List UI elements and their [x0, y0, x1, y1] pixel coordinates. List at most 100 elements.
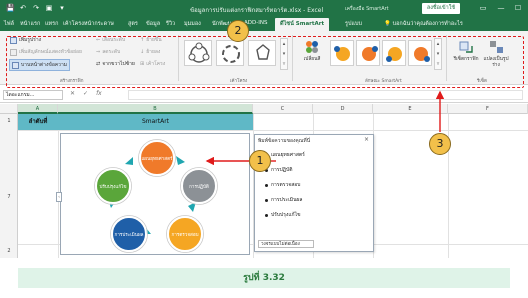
- ribbon-separator: [178, 35, 179, 81]
- row-header-7[interactable]: 7: [0, 194, 18, 200]
- styles-gallery-scroll[interactable]: ▴ ▾ ▿: [434, 38, 442, 70]
- move-down-icon: ↓: [140, 49, 145, 55]
- layout-button[interactable]: ⊞ เค้าโครง: [140, 60, 165, 68]
- right-to-left-button[interactable]: ⇄ จากขวาไปซ้าย: [96, 60, 135, 68]
- row-header-2[interactable]: 2: [0, 248, 18, 254]
- text-pane-button[interactable]: บานหน้าต่างข้อความ: [9, 59, 71, 71]
- select-all-corner[interactable]: [0, 104, 18, 114]
- style-thumb-3[interactable]: [382, 40, 406, 66]
- text-pane-item-label: ปรับปรุงแก้ไข: [271, 212, 301, 218]
- column-header-c[interactable]: C: [253, 104, 313, 114]
- ribbon-tabs: ไฟล์ หน้าแรก แทรก เค้าโครงหน้ากระดาษ สูต…: [0, 17, 528, 31]
- layout-thumb-cycle[interactable]: [184, 40, 212, 66]
- ribbon-separator: [292, 35, 293, 81]
- tab-review[interactable]: รีวิว: [166, 20, 175, 28]
- smartart-styles-group-label: ลักษณะ SmartArt: [365, 79, 402, 84]
- formula-buttons: ✕ ✓ fx: [70, 90, 102, 97]
- layout-thumb-gear[interactable]: [248, 40, 276, 66]
- minimize-icon[interactable]: —: [496, 3, 506, 13]
- smartart-node[interactable]: ปรับปรุงแก้ไข: [94, 167, 132, 205]
- text-pane-layout-name: วงจรแบบไม่ต่อเนื่อง: [258, 240, 314, 248]
- tab-data[interactable]: ข้อมูล: [146, 20, 160, 28]
- smartart-cycle-diagram: แผนยุทธศาสตร์การปฏิบัติการตรวจสอบ การประเ…: [94, 139, 218, 253]
- redo-icon[interactable]: ↷: [32, 4, 40, 12]
- demote-icon: ⇒: [96, 49, 101, 55]
- tab-home[interactable]: หน้าแรก: [20, 20, 40, 28]
- maximize-icon[interactable]: ☐: [513, 3, 523, 13]
- style-thumb-2[interactable]: [356, 40, 380, 66]
- callout-3: 3: [429, 133, 451, 155]
- ribbon-body: เพิ่มรูปร่าง เพิ่มสัญลักษณ์แสดงหัวข้อย่อ…: [0, 31, 528, 85]
- add-shape-icon: [10, 36, 17, 44]
- move-down-label: ย้ายลง: [146, 49, 161, 55]
- ribbon-display-options-icon[interactable]: ▭: [478, 3, 488, 13]
- smartart-text-pane[interactable]: พิมพ์ข้อความของคุณที่นี่ × แผนยุทธศาสตร์…: [254, 134, 374, 252]
- style-thumb-4[interactable]: [408, 40, 432, 66]
- text-pane-item[interactable]: การตรวจสอบ: [265, 181, 305, 189]
- move-down-button[interactable]: ↓ ย้ายลง: [140, 48, 160, 56]
- smartart-graphic[interactable]: ‹ แผนยุทธศาสตร์ การปฏิบัติ การตรวจสอบ การปร…: [56, 133, 250, 255]
- smartart-node[interactable]: การประเมินผล: [110, 215, 148, 253]
- smartart-node-label: การประเมินผล: [115, 232, 144, 238]
- text-pane-label: บานหน้าต่างข้อความ: [21, 62, 68, 68]
- text-pane-item[interactable]: การปฏิบัติ: [265, 166, 305, 174]
- convert-to-shapes-button[interactable]: แปลงเป็นรูปร่าง: [482, 39, 510, 75]
- smartart-node[interactable]: การปฏิบัติ: [180, 167, 218, 205]
- bullet-icon: [265, 198, 268, 202]
- layout-thumb-segmented[interactable]: [216, 40, 244, 66]
- insert-function-icon[interactable]: fx: [96, 90, 102, 97]
- change-colors-button[interactable]: เปลี่ยนสี: [298, 39, 326, 75]
- callout-2: 2: [227, 20, 249, 42]
- cell-a1[interactable]: ลำดับที่: [18, 114, 58, 130]
- tab-formulas[interactable]: สูตร: [128, 20, 138, 28]
- quick-print-icon[interactable]: ▣: [45, 4, 53, 12]
- smartart-node[interactable]: แผนยุทธศาสตร์: [138, 139, 176, 177]
- text-pane-item[interactable]: แผนยุทธศาสตร์: [265, 151, 305, 159]
- text-pane-item[interactable]: ปรับปรุงแก้ไข: [265, 211, 305, 219]
- style-thumb-1[interactable]: [330, 40, 354, 66]
- lightbulb-icon: 💡: [384, 21, 393, 27]
- column-header-f[interactable]: F: [448, 104, 528, 114]
- add-shape-label: เพิ่มรูปร่าง: [19, 37, 42, 43]
- text-pane-item[interactable]: การประเมินผล: [265, 196, 305, 204]
- add-bullet-button[interactable]: เพิ่มสัญลักษณ์แสดงหัวข้อย่อย: [10, 48, 82, 56]
- tell-me-search[interactable]: 💡 บอกฉันว่าคุณต้องการทำอะไร: [384, 20, 463, 28]
- layouts-gallery-scroll[interactable]: ▴ ▾ ▿: [280, 38, 288, 70]
- promote-button[interactable]: ⇐ เลื่อนระดับ: [96, 36, 125, 44]
- smartart-node[interactable]: การตรวจสอบ: [166, 215, 204, 253]
- add-bullet-icon: [10, 48, 17, 56]
- tab-format[interactable]: รูปแบบ: [345, 20, 362, 28]
- close-icon[interactable]: ×: [364, 136, 369, 143]
- tab-insert[interactable]: แทรก: [45, 20, 58, 28]
- tab-page-layout[interactable]: เค้าโครงหน้ากระดาษ: [63, 20, 114, 28]
- tab-view[interactable]: มุมมอง: [184, 20, 201, 28]
- reset-group-label: รีเซ็ต: [477, 79, 487, 84]
- undo-icon[interactable]: ↶: [19, 4, 27, 12]
- row-header-1[interactable]: 1: [0, 118, 18, 124]
- quick-access-toolbar: 💾 ↶ ↷ ▣ ▾: [6, 4, 66, 12]
- demote-button[interactable]: ⇒ ลดระดับ: [96, 48, 120, 56]
- smartart-node-label: การปฏิบัติ: [189, 183, 209, 190]
- cycle-layout-icon: [188, 42, 210, 63]
- column-header-e[interactable]: E: [373, 104, 448, 114]
- add-shape-button[interactable]: เพิ่มรูปร่าง: [10, 36, 41, 44]
- sign-in-button[interactable]: ลงชื่อเข้าใช้: [422, 3, 460, 14]
- cancel-icon[interactable]: ✕: [70, 90, 75, 97]
- enter-icon[interactable]: ✓: [83, 90, 88, 97]
- customize-toolbar-icon[interactable]: ▾: [58, 4, 66, 12]
- figure-caption: รูปที่ 3.32: [18, 268, 510, 288]
- column-header-d[interactable]: D: [313, 104, 373, 114]
- column-header-b[interactable]: B: [58, 104, 253, 114]
- right-to-left-label: จากขวาไปซ้าย: [102, 61, 135, 67]
- column-header-a[interactable]: A: [18, 104, 58, 114]
- cell-b1[interactable]: SmartArt: [58, 114, 253, 130]
- formula-input[interactable]: [128, 90, 523, 100]
- save-icon[interactable]: 💾: [6, 4, 15, 12]
- name-box[interactable]: ไดอะแกรม...: [3, 90, 63, 100]
- reset-graphic-button[interactable]: รีเซ็ตกราฟิก: [452, 39, 480, 75]
- tab-smartart-design[interactable]: ดีไซน์ SmartArt: [275, 18, 330, 31]
- move-up-button[interactable]: ↑ ย้ายขึ้น: [140, 36, 162, 44]
- convert-shapes-icon: [490, 41, 503, 53]
- bullet-icon: [265, 213, 268, 217]
- tab-file[interactable]: ไฟล์: [4, 20, 14, 28]
